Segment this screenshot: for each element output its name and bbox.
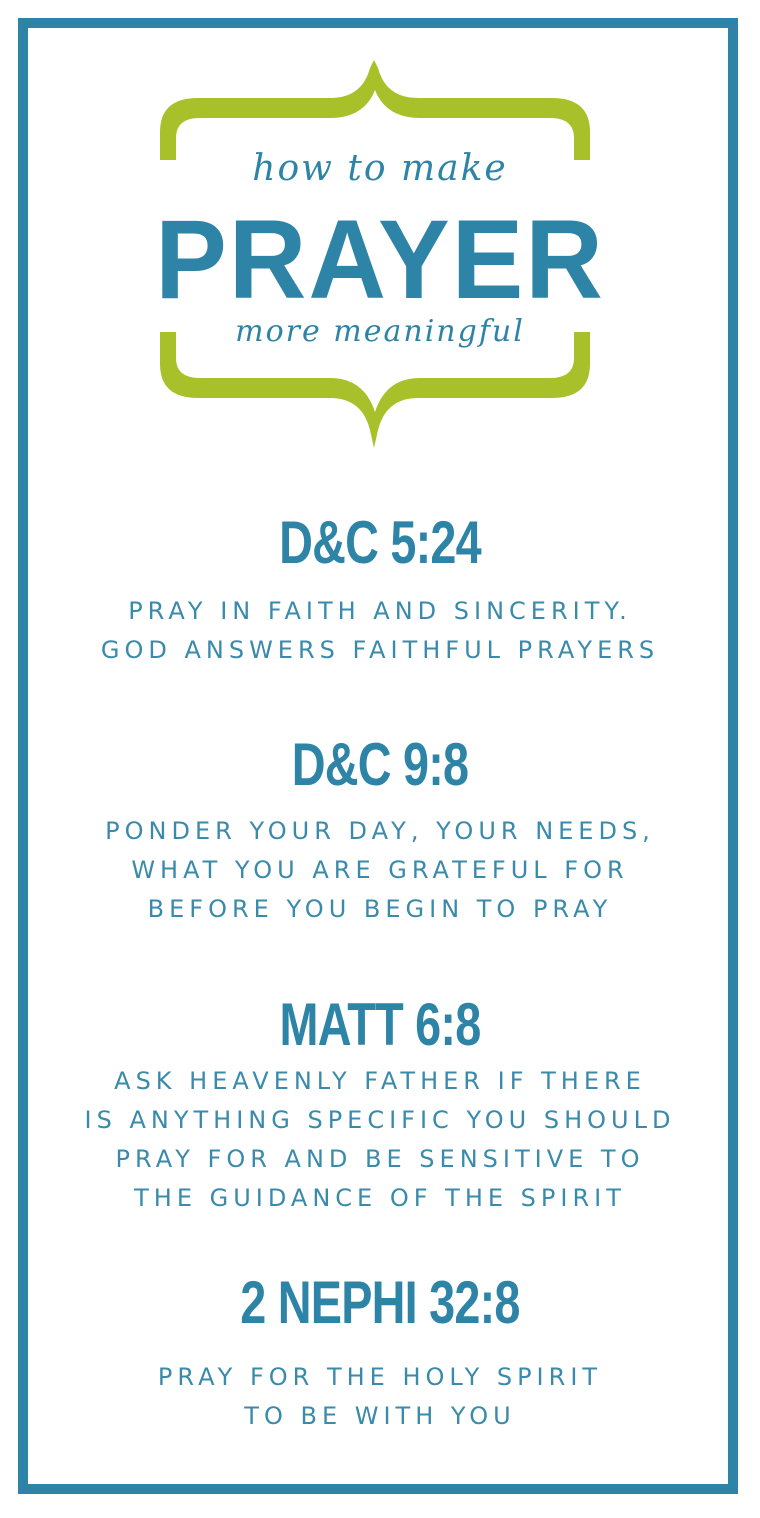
description-line: PONDER YOUR DAY, YOUR NEEDS,: [105, 817, 655, 845]
description-line: IS ANYTHING SPECIFIC YOU SHOULD: [84, 1106, 676, 1134]
header-line-2: more meaningful: [235, 314, 525, 349]
description-line: TO BE WITH YOU: [244, 1402, 516, 1430]
description-line: PRAY FOR AND BE SENSITIVE TO: [115, 1145, 645, 1173]
scripture-section: D&C 5:24 PRAY IN FAITH AND SINCERITY. GO…: [0, 508, 760, 670]
scripture-reference: D&C 5:24: [279, 509, 482, 576]
top-bracket-shape: [160, 60, 590, 160]
scripture-section: D&C 9:8 PONDER YOUR DAY, YOUR NEEDS, WHA…: [0, 730, 760, 929]
scripture-reference: MATT 6:8: [279, 991, 482, 1058]
description-line: PRAY FOR THE HOLY SPIRIT: [157, 1363, 603, 1391]
header-line-1: how to make: [252, 148, 508, 189]
bottom-bracket-shape: [160, 332, 590, 448]
description-line: THE GUIDANCE OF THE SPIRIT: [134, 1184, 626, 1212]
scripture-description: PONDER YOUR DAY, YOUR NEEDS, WHAT YOU AR…: [0, 812, 760, 929]
description-line: WHAT YOU ARE GRATEFUL FOR: [131, 856, 629, 884]
description-line: GOD ANSWERS FAITHFUL PRAYERS: [100, 636, 660, 664]
description-line: PRAY IN FAITH AND SINCERITY.: [128, 597, 632, 625]
scripture-description: PRAY IN FAITH AND SINCERITY. GOD ANSWERS…: [0, 592, 760, 670]
scripture-description: PRAY FOR THE HOLY SPIRIT TO BE WITH YOU: [0, 1358, 760, 1436]
description-line: ASK HEAVENLY FATHER IF THERE: [114, 1067, 646, 1095]
description-line: BEFORE YOU BEGIN TO PRAY: [147, 895, 613, 923]
scripture-section: 2 NEPHI 32:8 PRAY FOR THE HOLY SPIRIT TO…: [0, 1268, 760, 1436]
scripture-section: MATT 6:8 ASK HEAVENLY FATHER IF THERE IS…: [0, 990, 760, 1218]
scripture-description: ASK HEAVENLY FATHER IF THERE IS ANYTHING…: [0, 1062, 760, 1218]
scripture-reference: D&C 9:8: [291, 731, 469, 798]
scripture-reference: 2 NEPHI 32:8: [240, 1269, 520, 1336]
page-title: PRAYER: [155, 197, 605, 322]
